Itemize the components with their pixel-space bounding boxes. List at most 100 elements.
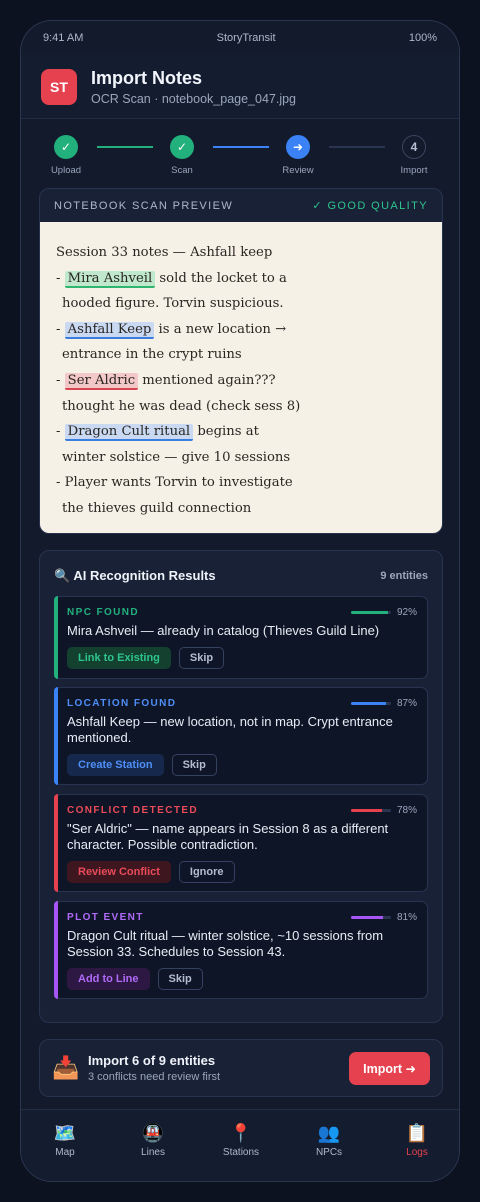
status-battery: 100% (408, 32, 437, 44)
confidence-fill (350, 702, 386, 705)
confidence-fill (350, 611, 388, 614)
entity-location-card: LOCATION FOUND 87% Ashfall Keep — new lo… (54, 687, 428, 785)
magnifier-icon: 🔍 (54, 568, 71, 583)
scan-preview-title: NOTEBOOK SCAN PREVIEW (54, 199, 234, 212)
bottom-tab-bar: 🗺️ Map 🚇 Lines 📍 Stations 👥 NPCs 📋 Logs (21, 1109, 459, 1181)
step-upload[interactable]: ✓ Upload (36, 135, 96, 176)
ai-results-title: AI Recognition Results (73, 568, 216, 583)
confidence-fill (350, 809, 383, 812)
entity-count: 9 entities (380, 570, 428, 582)
entity-plot-card: PLOT EVENT 81% Dragon Cult ritual — wint… (54, 901, 428, 999)
highlight-plot[interactable]: Dragon Cult ritual (64, 424, 194, 442)
skip-button[interactable]: Skip (157, 968, 203, 990)
status-carrier: StoryTransit (216, 32, 276, 44)
import-summary-bar: 📥 Import 6 of 9 entities 3 conflicts nee… (39, 1039, 443, 1097)
page-subtitle: OCR Scan · notebook_page_047.jpg (91, 91, 297, 106)
create-station-button[interactable]: Create Station (67, 754, 164, 776)
entity-description: Ashfall Keep — new location, not in map.… (67, 714, 393, 745)
entity-accent-bar (54, 596, 58, 679)
confidence-value: 87% (396, 698, 417, 709)
step-upload-check-icon: ✓ (54, 135, 78, 159)
scan-line: Session 33 notes — Ashfall keep (56, 245, 273, 260)
entity-accent-bar (54, 901, 58, 999)
scan-quality-badge: ✓ GOOD QUALITY (312, 200, 428, 212)
step-import-label: Import (400, 165, 428, 176)
map-icon: 🗺️ (53, 1123, 77, 1143)
inbox-icon: 📥 (52, 1055, 80, 1080)
metro-icon: 🚇 (141, 1123, 165, 1143)
tab-stations[interactable]: 📍 Stations (197, 1110, 285, 1181)
scan-line: - Ser Aldric mentioned again??? (56, 372, 276, 390)
scan-line: the thieves guild connection (62, 500, 252, 516)
scan-line: - Ashfall Keep is a new location → (56, 321, 287, 339)
link-to-existing-button[interactable]: Link to Existing (67, 647, 171, 669)
step-import[interactable]: 4 Import (384, 135, 444, 176)
stepper-connector-3 (329, 146, 385, 148)
entity-description: Dragon Cult ritual — winter solstice, ~1… (67, 928, 384, 959)
entity-conflict-card: CONFLICT DETECTED 78% "Ser Aldric" — nam… (54, 794, 428, 892)
highlight-npc[interactable]: Mira Ashveil (64, 270, 156, 288)
phone-frame: 9:41 AM StoryTransit 100% ST Import Note… (20, 20, 460, 1182)
step-scan[interactable]: ✓ Scan (152, 135, 212, 176)
confidence-fill (350, 916, 384, 919)
scan-line: - Dragon Cult ritual begins at (56, 424, 259, 442)
confidence-value: 92% (396, 607, 417, 618)
step-import-number: 4 (402, 135, 426, 159)
tab-label: Lines (141, 1147, 165, 1158)
skip-button[interactable]: Skip (178, 647, 225, 669)
step-review-arrow-icon: ➜ (286, 135, 310, 159)
confidence-meter: 92% (350, 607, 417, 618)
status-bar: 9:41 AM StoryTransit 100% (21, 21, 459, 55)
confidence-meter: 78% (350, 805, 417, 816)
entity-description: Mira Ashveil — already in catalog (Thiev… (67, 623, 380, 638)
tab-label: Stations (222, 1147, 260, 1158)
app-logo: ST (41, 68, 77, 105)
confidence-meter: 81% (350, 912, 417, 923)
tab-npcs[interactable]: 👥 NPCs (285, 1110, 373, 1181)
app-header: ST Import Notes OCR Scan · notebook_page… (21, 55, 459, 119)
people-icon: 👥 (317, 1123, 341, 1143)
scan-line: - Player wants Torvin to investigate (56, 475, 293, 491)
entity-description: "Ser Aldric" — name appears in Session 8… (67, 821, 389, 852)
scan-line: - Mira Ashveil sold the locket to a (56, 270, 287, 288)
notebook-page-image: Session 33 notes — Ashfall keep - Mira A… (40, 222, 442, 533)
entity-accent-bar (54, 794, 58, 892)
step-review[interactable]: ➜ Review (268, 135, 328, 176)
import-summary-title: Import 6 of 9 entities (88, 1053, 216, 1068)
stepper-connector-2 (213, 146, 269, 148)
import-stepper: ✓ Upload ✓ Scan ➜ Review 4 Import (21, 135, 459, 191)
import-summary-subtitle: 3 conflicts need review first (88, 1071, 221, 1083)
status-time: 9:41 AM (43, 32, 84, 44)
ignore-button[interactable]: Ignore (178, 861, 235, 883)
step-review-label: Review (282, 165, 314, 176)
review-conflict-button[interactable]: Review Conflict (67, 861, 171, 883)
tab-label: Map (55, 1147, 75, 1158)
highlight-location[interactable]: Ashfall Keep (64, 321, 155, 339)
step-scan-check-icon: ✓ (170, 135, 194, 159)
step-upload-label: Upload (50, 165, 82, 176)
import-button[interactable]: Import ➜ (349, 1051, 430, 1085)
scan-preview-header: NOTEBOOK SCAN PREVIEW ✓ GOOD QUALITY (40, 189, 442, 222)
tab-map[interactable]: 🗺️ Map (21, 1110, 109, 1181)
scan-line: hooded figure. Torvin suspicious. (62, 296, 284, 312)
page-title: Import Notes (91, 67, 203, 88)
highlight-conflict[interactable]: Ser Aldric (64, 372, 139, 390)
scan-line: thought he was dead (check sess 8) (62, 398, 301, 414)
step-scan-label: Scan (171, 165, 193, 176)
scan-line: winter solstice — give 10 sessions (62, 449, 291, 465)
tab-lines[interactable]: 🚇 Lines (109, 1110, 197, 1181)
ai-results-card: 🔍 AI Recognition Results 9 entities NPC … (39, 550, 443, 1023)
clipboard-icon: 📋 (405, 1123, 429, 1143)
skip-button[interactable]: Skip (171, 754, 217, 776)
confidence-value: 81% (396, 912, 417, 923)
entity-npc-card: NPC FOUND 92% Mira Ashveil — already in … (54, 596, 428, 679)
scan-line: entrance in the crypt ruins (62, 347, 242, 363)
add-to-line-button[interactable]: Add to Line (67, 968, 150, 990)
pin-icon: 📍 (229, 1123, 253, 1143)
scan-preview-card: NOTEBOOK SCAN PREVIEW ✓ GOOD QUALITY Ses… (39, 188, 443, 534)
tab-logs[interactable]: 📋 Logs (373, 1110, 459, 1181)
ai-results-header: 🔍 AI Recognition Results 9 entities (40, 551, 442, 601)
confidence-value: 78% (396, 805, 417, 816)
stepper-connector-1 (97, 146, 153, 148)
entity-accent-bar (54, 687, 58, 785)
